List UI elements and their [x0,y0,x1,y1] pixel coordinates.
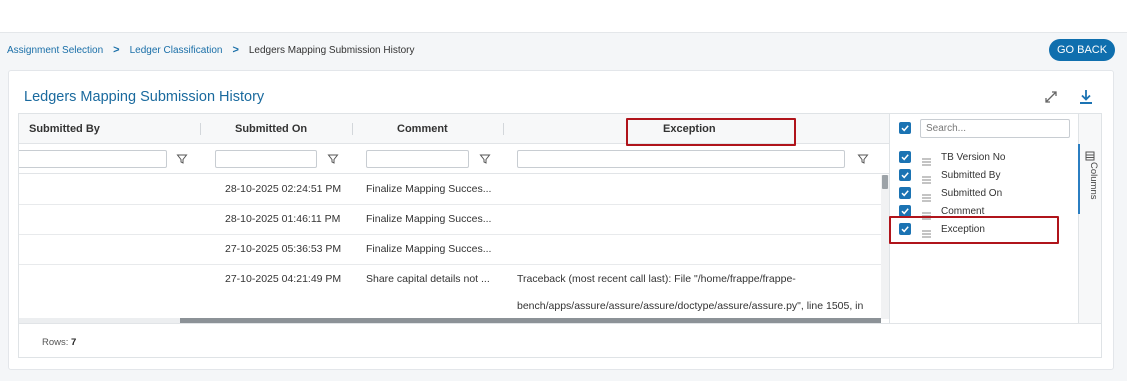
column-toggle-comment[interactable]: Comment [890,203,1079,221]
table-row[interactable]: 28-10-2025 01:46:11 PM Finalize Mapping … [19,205,881,235]
status-bar: Rows: 7 [19,323,1101,357]
rows-label: Rows: [42,337,69,348]
drag-handle-icon[interactable] [922,189,931,202]
cell-comment: Finalize Mapping Succes... [366,243,492,255]
column-toggle-label: TB Version No [941,152,1006,163]
cell-exception-line: Traceback (most recent call last): File … [517,273,796,285]
filter-icon[interactable] [176,152,188,164]
go-back-button[interactable]: GO BACK [1049,39,1115,61]
filter-row [19,144,889,174]
rows-count-value: 7 [71,337,77,348]
column-toggle-label: Submitted By [941,170,1001,181]
column-toggle-label: Submitted On [941,188,1003,199]
vertical-scrollbar[interactable] [881,175,889,319]
grid-header: Submitted By Submitted On Comment Except… [19,114,889,144]
checkbox-checked-icon[interactable] [899,151,911,163]
filter-input-comment[interactable] [366,150,469,168]
column-resize-handle[interactable] [200,123,201,135]
columns-side-tab[interactable]: Columns [1078,114,1101,323]
columns-tool-panel: TB Version No Submitted By Submitted On … [889,114,1078,323]
top-bar [0,0,1127,33]
columns-icon [1085,148,1095,161]
cell-submitted-on: 27-10-2025 04:21:49 PM [225,273,342,285]
filter-input-submitted-by[interactable] [19,150,167,168]
column-resize-handle[interactable] [503,123,504,135]
filter-icon[interactable] [479,152,491,164]
column-toggle-exception[interactable]: Exception [890,221,1079,239]
filter-icon[interactable] [857,152,869,164]
breadcrumb-ledger-classification[interactable]: Ledger Classification [130,45,223,56]
cell-comment: Finalize Mapping Succes... [366,183,492,195]
checkbox-checked-icon[interactable] [899,169,911,181]
column-toggle-label: Exception [941,224,985,235]
drag-handle-icon[interactable] [922,207,931,220]
column-toggle-tb-version-no[interactable]: TB Version No [890,149,1079,167]
table-row[interactable]: 27-10-2025 05:36:53 PM Finalize Mapping … [19,235,881,265]
page-title: Ledgers Mapping Submission History [24,89,265,105]
data-grid: Submitted By Submitted On Comment Except… [18,113,1102,358]
grid-body: 28-10-2025 02:24:51 PM Finalize Mapping … [19,175,881,319]
column-header-submitted-by[interactable]: Submitted By [29,114,100,144]
filter-input-exception[interactable] [517,150,845,168]
cell-comment: Finalize Mapping Succes... [366,213,492,225]
breadcrumb-separator-icon: > [232,44,239,56]
cell-submitted-on: 28-10-2025 02:24:51 PM [225,183,342,195]
columns-search-input[interactable] [920,119,1070,138]
checkbox-checked-icon[interactable] [899,187,911,199]
column-toggle-submitted-by[interactable]: Submitted By [890,167,1079,185]
checkbox-checked-icon[interactable] [899,205,911,217]
column-header-comment[interactable]: Comment [397,114,448,144]
row-count: Rows: 7 [42,337,76,348]
cell-comment: Share capital details not ... [366,273,490,285]
table-row[interactable]: 28-10-2025 02:24:51 PM Finalize Mapping … [19,175,881,205]
column-header-exception[interactable]: Exception [663,114,716,144]
cell-submitted-on: 27-10-2025 05:36:53 PM [225,243,342,255]
column-header-submitted-on[interactable]: Submitted On [235,114,307,144]
select-all-columns-checkbox[interactable] [899,122,911,134]
expand-icon[interactable] [1043,89,1059,105]
breadcrumb-assignment-selection[interactable]: Assignment Selection [7,45,103,56]
checkbox-checked-icon[interactable] [899,223,911,235]
breadcrumb-current: Ledgers Mapping Submission History [248,44,415,56]
cell-submitted-on: 28-10-2025 01:46:11 PM [225,213,341,225]
column-resize-handle[interactable] [352,123,353,135]
column-toggle-submitted-on[interactable]: Submitted On [890,185,1079,203]
active-tab-indicator [1078,144,1080,214]
vertical-scrollbar-thumb[interactable] [882,175,888,189]
drag-handle-icon[interactable] [922,153,931,166]
breadcrumb: Assignment Selection > Ledger Classifica… [7,43,415,57]
cell-exception-line: bench/apps/assure/assure/assure/doctype/… [517,300,864,312]
filter-icon[interactable] [327,152,339,164]
table-row[interactable]: 27-10-2025 04:21:49 PM Share capital det… [19,265,881,319]
columns-tab-label[interactable]: Columns [1083,162,1099,200]
breadcrumb-separator-icon: > [113,44,120,56]
download-icon[interactable] [1078,88,1094,106]
drag-handle-icon[interactable] [922,225,931,238]
drag-handle-icon[interactable] [922,171,931,184]
column-toggle-label: Comment [941,206,985,217]
filter-input-submitted-on[interactable] [215,150,317,168]
